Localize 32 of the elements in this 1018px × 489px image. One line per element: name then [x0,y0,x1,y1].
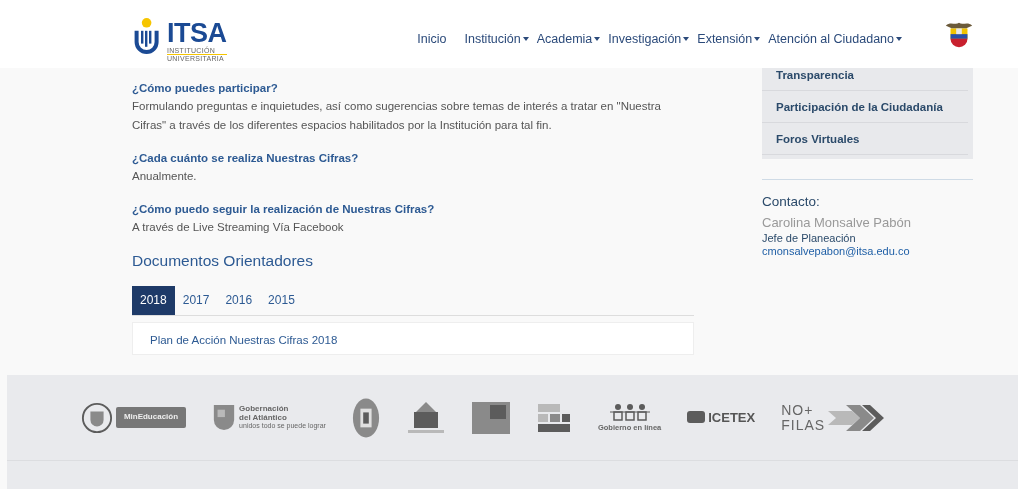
nav-link[interactable]: Investigación [604,32,694,46]
year-tab[interactable]: 2017 [174,286,218,315]
partner-logo[interactable] [535,401,572,434]
faq-question: ¿Cada cuánto se realiza Nuestras Cifras? [132,151,360,167]
document-link[interactable]: Plan de Acción Nuestras Cifras 2018 [150,334,338,346]
contact-name: Carolina Monsalve Pabón [762,215,912,230]
contact-heading: Contacto: [762,194,821,209]
menu-item[interactable]: Foros Virtuales [762,132,968,155]
year-tab[interactable]: 2018 [132,286,175,315]
partner-logo[interactable]: NO+ FILAS [781,402,885,433]
menu-item[interactable]: Participación de la Ciudadanía [762,100,968,123]
partner-logo[interactable]: MinEducación [80,401,187,434]
year-tab[interactable]: 2016 [217,286,261,315]
year-tab[interactable]: 2015 [260,286,303,315]
faq-answer: Formulando preguntas e inquietudes, así como sugerencias sobre temas de interés a tratar en "Nuestra Cifras" a través de los diferentes espacios habilitados por la Institución para tal fin. [132,99,662,133]
nav-link[interactable]: Inicio [413,32,451,46]
nav-link[interactable]: Institución [460,32,533,46]
partner-logo[interactable] [471,401,510,434]
partner-logo[interactable] [405,399,446,436]
nav-link[interactable]: Academia [532,32,605,46]
faq-question: ¿Cómo puedo seguir la realización de Nuestras Cifras? [132,202,436,218]
partner-logo[interactable] [351,396,380,439]
email-link[interactable]: cmonsalvepabon@itsa.edu.co [762,245,973,257]
menu-item[interactable]: Transparencia [762,68,968,91]
faq-answer: Anualmente. [132,169,198,184]
partner-logo[interactable]: ICETEX [687,410,756,425]
nav-link[interactable]: Atención al Ciudadano [764,32,906,46]
section-heading: Documentos Orientadores [132,252,314,270]
nav-link[interactable]: Extensión [693,32,765,46]
faq-question: ¿Cómo puedes participar? [132,81,279,97]
contact-role: Jefe de Planeación [762,232,857,244]
faq-answer: A través de Live Streaming Vía Facebook [132,220,345,235]
